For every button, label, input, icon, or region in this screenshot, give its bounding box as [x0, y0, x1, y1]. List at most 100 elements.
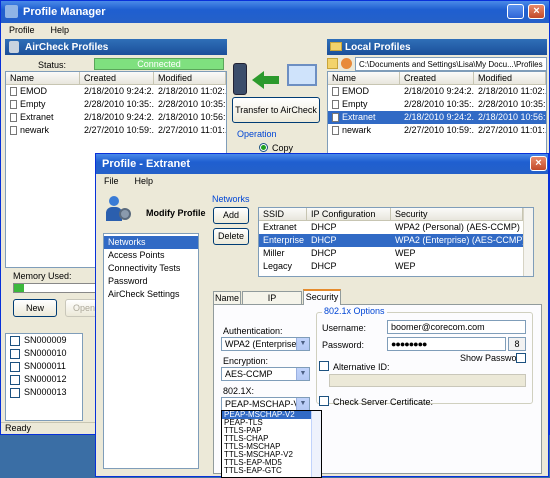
app-icon: [5, 5, 18, 18]
main-menubar: Profile Help: [1, 23, 549, 37]
serial-checkbox[interactable]: [10, 374, 20, 385]
serial-checkbox[interactable]: [10, 361, 20, 372]
add-network-button[interactable]: Add: [213, 207, 249, 224]
local-row-selected[interactable]: Extranet 2/18/2010 9:24:2... 2/18/2010 10:…: [328, 111, 546, 124]
eap-label: 802.1X:: [223, 386, 255, 396]
menu-profile[interactable]: Profile: [1, 25, 43, 35]
tab-ip-configuration[interactable]: IP Configuration: [242, 291, 302, 315]
dialog-menubar: File Help: [96, 174, 548, 188]
col-created[interactable]: Created: [400, 72, 474, 84]
local-panel-title: Local Profiles: [345, 41, 411, 53]
local-refresh-button[interactable]: [341, 58, 352, 69]
serial-row[interactable]: SN000013: [6, 386, 82, 399]
username-field[interactable]: boomer@corecom.com: [387, 320, 526, 334]
delete-network-button[interactable]: Delete: [213, 228, 249, 245]
status-label: Status:: [38, 60, 67, 70]
options-group-label: 802.1x Options: [322, 306, 387, 316]
copy-radio[interactable]: [259, 143, 268, 152]
dialog-titlebar[interactable]: Profile - Extranet: [96, 154, 548, 174]
folder-icon: [330, 42, 342, 51]
menu-dialog-help[interactable]: Help: [127, 176, 162, 186]
modify-profile-icon: [106, 196, 132, 224]
networks-table-header: SSID IP Configuration Security: [259, 208, 533, 221]
alt-id-field: [329, 374, 526, 387]
col-ip-config[interactable]: IP Configuration: [307, 208, 391, 220]
aircheck-row[interactable]: Empty 2/28/2010 10:35:... 2/28/2010 10:35:…: [6, 98, 226, 111]
aircheck-row[interactable]: EMOD 2/18/2010 9:24:2... 2/18/2010 11:02:.…: [6, 85, 226, 98]
col-modified[interactable]: Modified: [474, 72, 546, 84]
menu-help[interactable]: Help: [43, 25, 78, 35]
nav-aircheck-settings[interactable]: AirCheck Settings: [104, 288, 198, 301]
serial-row[interactable]: SN000010: [6, 347, 82, 360]
aircheck-row[interactable]: newark 2/27/2010 10:59:... 2/27/2010 11:01…: [6, 124, 226, 137]
password-field[interactable]: ●●●●●●●●: [387, 337, 506, 351]
transfer-arrow-shaft: [263, 76, 279, 84]
main-titlebar[interactable]: Profile Manager: [1, 1, 549, 23]
local-folder-button[interactable]: [327, 58, 338, 69]
file-icon: [332, 87, 339, 97]
local-row[interactable]: EMOD 2/18/2010 9:24:2... 2/18/2010 11:02:.…: [328, 85, 546, 98]
networks-table[interactable]: SSID IP Configuration Security Extranet D…: [258, 207, 534, 277]
memory-bar: [13, 283, 99, 293]
network-row[interactable]: Extranet DHCP WPA2 (Personal) (AES-CCMP): [259, 221, 533, 234]
col-modified[interactable]: Modified: [154, 72, 226, 84]
serial-list[interactable]: SN000009 SN000010 SN000011 SN000012 SN00…: [5, 333, 83, 421]
local-profile-list[interactable]: Name Created Modified EMOD 2/18/2010 9:24…: [327, 71, 547, 157]
alt-id-checkbox[interactable]: [319, 361, 329, 371]
col-name[interactable]: Name: [328, 72, 400, 84]
networks-group-label: Networks: [212, 194, 250, 204]
network-row[interactable]: Miller DHCP WEP: [259, 247, 533, 260]
tab-name[interactable]: Name: [213, 291, 241, 304]
serial-checkbox[interactable]: [10, 348, 20, 359]
aircheck-panel-header: AirCheck Profiles: [5, 39, 227, 55]
nav-password[interactable]: Password: [104, 275, 198, 288]
tab-security[interactable]: Security: [303, 289, 341, 305]
col-name[interactable]: Name: [6, 72, 80, 84]
new-button[interactable]: New: [13, 299, 57, 317]
local-row[interactable]: Empty 2/28/2010 10:35:... 2/28/2010 10:35:…: [328, 98, 546, 111]
operation-label: Operation: [237, 129, 277, 139]
nav-networks[interactable]: Networks: [104, 236, 198, 249]
password-label: Password:: [322, 340, 365, 350]
col-ssid[interactable]: SSID: [259, 208, 307, 220]
main-minimize-button[interactable]: [507, 4, 524, 19]
chevron-down-icon: ▼: [296, 398, 309, 410]
eap-option[interactable]: TTLS-EAP-GTC: [222, 467, 321, 475]
nav-access-points[interactable]: Access Points: [104, 249, 198, 262]
serial-row[interactable]: SN000009: [6, 334, 82, 347]
server-cert-checkbox[interactable]: [319, 396, 329, 406]
authentication-select[interactable]: WPA2 (Enterprise) ▼: [221, 337, 310, 351]
eap-dropdown-list[interactable]: PEAP-MSCHAP-V2 PEAP-TLS TTLS-PAP TTLS-CH…: [221, 410, 322, 478]
eap-select[interactable]: PEAP-MSCHAP-V2 ▼: [221, 397, 310, 411]
chevron-down-icon: ▼: [296, 368, 309, 380]
serial-row[interactable]: SN000012: [6, 373, 82, 386]
profile-dialog: Profile - Extranet × File Help Modify Pr…: [95, 153, 549, 478]
aircheck-row[interactable]: Extranet 2/18/2010 9:24:2... 2/18/2010 10:…: [6, 111, 226, 124]
local-row[interactable]: newark 2/27/2010 10:59:... 2/27/2010 11:01…: [328, 124, 546, 137]
eap-dropdown-scrollbar[interactable]: [311, 411, 321, 477]
nav-connectivity-tests[interactable]: Connectivity Tests: [104, 262, 198, 275]
networks-scrollbar[interactable]: [523, 208, 533, 276]
show-password-checkbox[interactable]: [516, 353, 526, 363]
server-cert-label: Check Server Certificate:: [333, 397, 434, 407]
encryption-label: Encryption:: [223, 356, 269, 366]
encryption-select[interactable]: AES-CCMP ▼: [221, 367, 310, 381]
file-icon: [332, 100, 339, 110]
main-close-button[interactable]: ×: [528, 4, 545, 19]
col-security[interactable]: Security: [391, 208, 523, 220]
col-created[interactable]: Created: [80, 72, 154, 84]
computer-icon: [287, 64, 317, 86]
serial-row[interactable]: SN000011: [6, 360, 82, 373]
menu-file[interactable]: File: [96, 176, 127, 186]
local-list-header: Name Created Modified: [328, 72, 546, 85]
profile-nav-list: Networks Access Points Connectivity Test…: [103, 233, 199, 469]
serial-checkbox[interactable]: [10, 387, 20, 398]
network-row[interactable]: Legacy DHCP WEP: [259, 260, 533, 273]
dialog-close-button[interactable]: ×: [530, 156, 547, 171]
transfer-to-aircheck-button[interactable]: Transfer to AirCheck: [232, 97, 320, 123]
serial-checkbox[interactable]: [10, 335, 20, 346]
file-icon: [10, 126, 17, 136]
memory-label: Memory Used:: [13, 271, 72, 281]
local-path-field[interactable]: C:\Documents and Settings\Lisa\My Docu..…: [355, 57, 547, 71]
network-row-selected[interactable]: Enterprise DHCP WPA2 (Enterprise) (AES-CCM…: [259, 234, 533, 247]
